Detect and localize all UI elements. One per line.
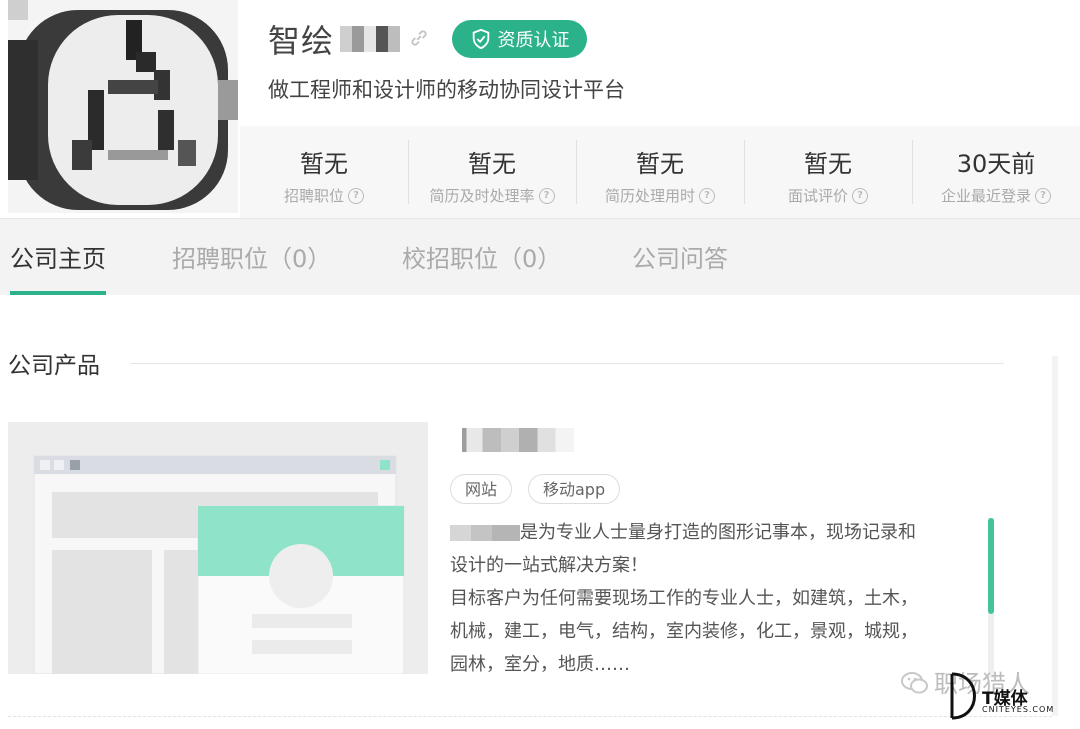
description-line: 是为专业人士量身打造的图形记事本，现场记录和 [450, 516, 970, 549]
stat-label: 简历处理用时 [604, 187, 695, 205]
tab-company-home[interactable]: 公司主页 [10, 239, 106, 295]
section-divider [130, 363, 1004, 364]
stat-value: 暂无 [300, 150, 348, 178]
section-title-products: 公司产品 [8, 353, 100, 379]
description-line: 设计的一站式解决方案！ [450, 555, 648, 576]
product-name-mosaic [452, 428, 574, 452]
company-header: 智绘 资质认证 做工程师和设计师的移动协同设计平台 暂无 招聘职位 ? 暂无 简… [0, 0, 1080, 218]
description-text: 是为专业人士量身打造的图形记事本，现场记录和 [520, 522, 916, 543]
wechat-icon [901, 672, 928, 694]
help-icon[interactable]: ? [852, 187, 868, 204]
tab-campus-positions[interactable]: 校招职位（0） [402, 239, 561, 295]
stat-label: 企业最近登录 [940, 187, 1031, 205]
product-name-inline-mosaic [450, 525, 520, 541]
product-description: 是为专业人士量身打造的图形记事本，现场记录和 设计的一站式解决方案！ 目标客户为… [450, 516, 970, 681]
stat-value: 暂无 [804, 150, 852, 178]
company-name: 智绘 [268, 22, 335, 60]
help-icon[interactable]: ? [699, 187, 715, 204]
product-screenshot[interactable] [8, 422, 428, 674]
stat-label-row: 企业最近登录 ? [912, 185, 1080, 206]
stat-last-login: 30天前 企业最近登录 ? [912, 126, 1080, 218]
description-scroll-thumb[interactable] [988, 518, 994, 614]
stat-label: 简历及时处理率 [429, 187, 535, 205]
section-dashed-divider [8, 716, 1052, 717]
stat-label-row: 面试评价 ? [744, 185, 912, 206]
description-line: 机械，建工，电气，结构，室内装修，化工，景观，城规， [450, 621, 918, 642]
stats-bar: 暂无 招聘职位 ? 暂无 简历及时处理率 ? 暂无 简历处理用时 ? 暂无 面试… [240, 126, 1080, 218]
pixelated-logo-image [8, 0, 238, 213]
stat-value: 暂无 [468, 150, 516, 178]
certification-badge[interactable]: 资质认证 [452, 20, 587, 58]
company-slogan: 做工程师和设计师的移动协同设计平台 [268, 78, 625, 102]
stat-label-row: 招聘职位 ? [240, 185, 408, 206]
product-tag-website: 网站 [450, 474, 513, 504]
tab-company-qa[interactable]: 公司问答 [632, 239, 728, 295]
shield-check-icon [472, 28, 489, 50]
stat-label: 招聘职位 [283, 187, 344, 205]
help-icon[interactable]: ? [538, 187, 555, 204]
stat-interview-rating: 暂无 面试评价 ? [744, 126, 912, 218]
stat-label: 面试评价 [787, 187, 848, 205]
stat-label-row: 简历处理用时 ? [576, 185, 744, 206]
description-line: 园林，室分，地质…… [450, 654, 630, 675]
help-icon[interactable]: ? [1035, 187, 1051, 204]
stat-label-row: 简历及时处理率 ? [408, 185, 576, 206]
product-illustration [8, 422, 428, 674]
tab-job-positions[interactable]: 招聘职位（0） [172, 239, 331, 295]
product-tag-mobile-app: 移动app [528, 474, 621, 504]
stat-jobs: 暂无 招聘职位 ? [240, 126, 408, 218]
link-icon[interactable] [408, 27, 430, 49]
tab-bar: 公司主页 招聘职位（0） 校招职位（0） 公司问答 [0, 218, 1080, 295]
company-logo [8, 0, 238, 213]
company-name-mosaic [340, 26, 400, 52]
help-icon[interactable]: ? [348, 187, 364, 204]
stat-resume-rate: 暂无 简历及时处理率 ? [408, 126, 576, 218]
stat-resume-time: 暂无 简历处理用时 ? [576, 126, 744, 218]
certification-label: 资质认证 [497, 30, 570, 51]
description-line: 目标客户为任何需要现场工作的专业人士，如建筑，土木， [450, 588, 918, 609]
page-scrollbar[interactable] [1052, 356, 1058, 716]
stat-value: 30天前 [956, 150, 1036, 178]
stat-value: 暂无 [636, 150, 684, 178]
brand-name-en: CNITEYES.COM [982, 705, 1055, 714]
